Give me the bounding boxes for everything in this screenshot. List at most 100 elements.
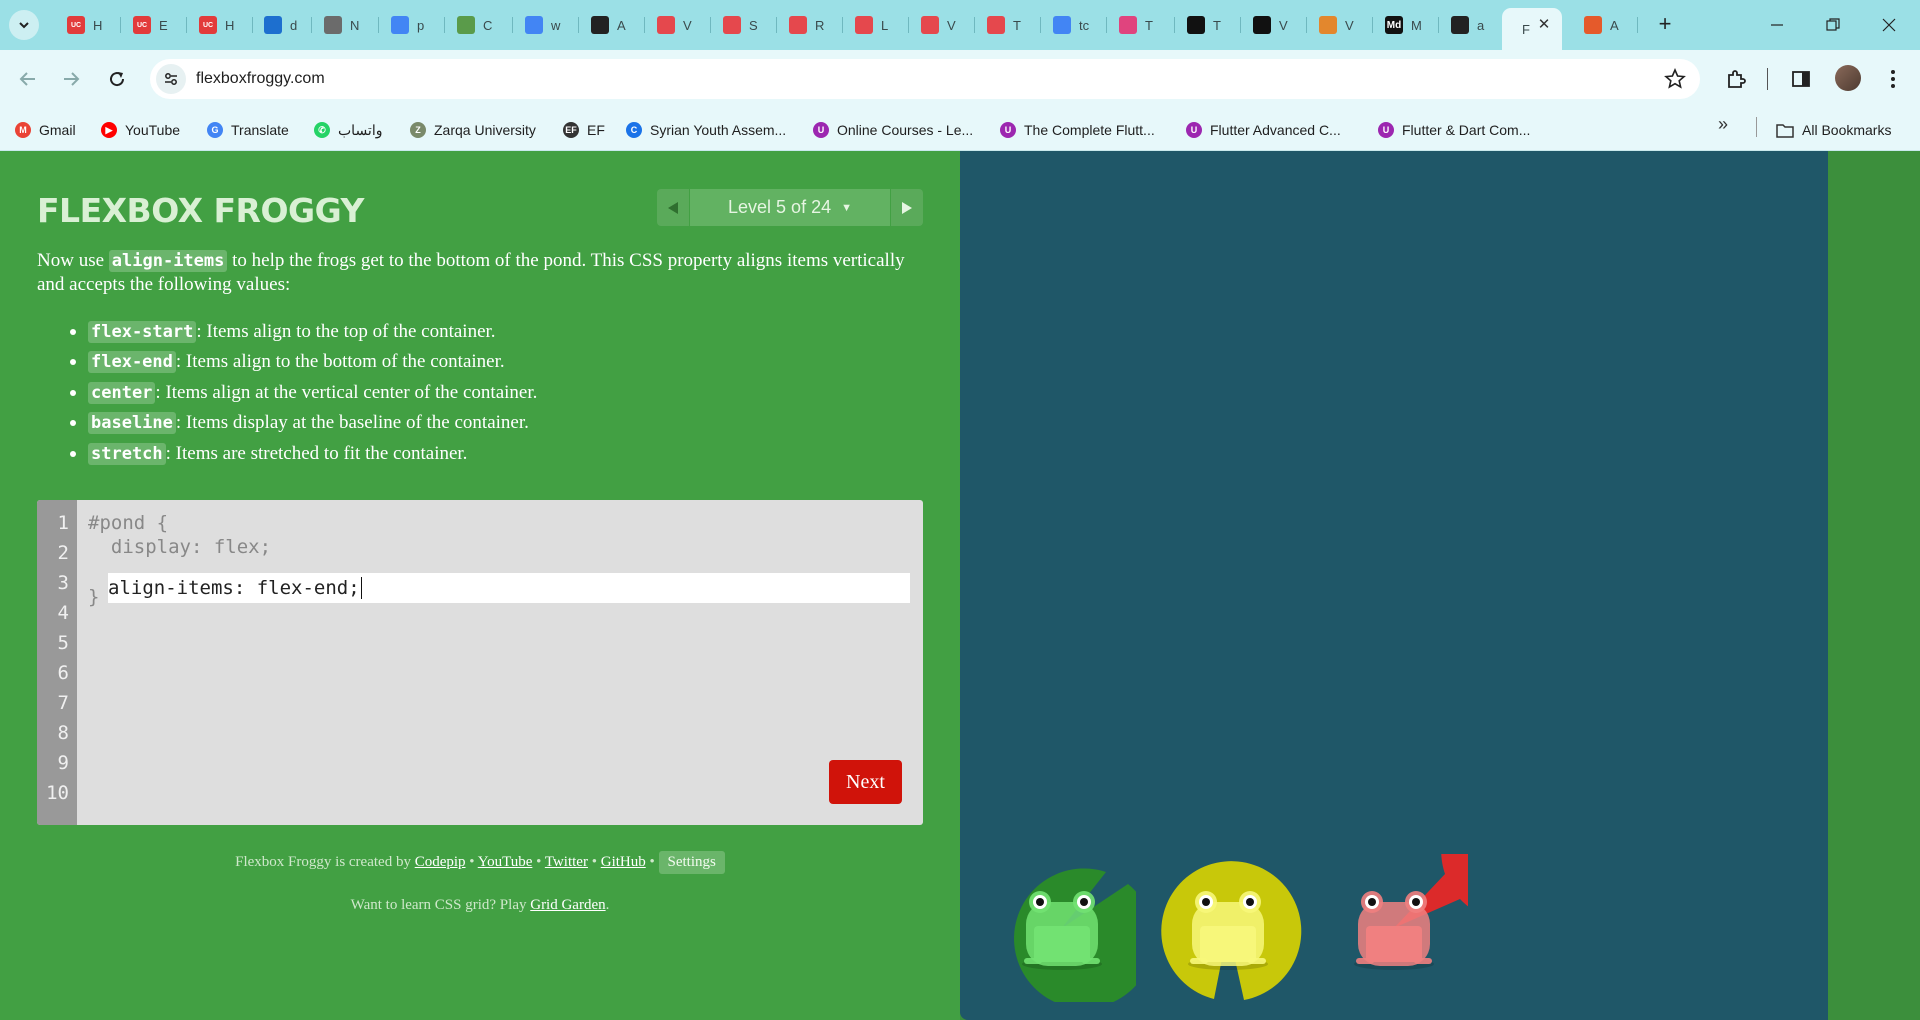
bookmark-item[interactable]: Z Zarqa University <box>410 119 536 141</box>
bookmark-label: Translate <box>231 122 289 138</box>
value-keyword: baseline <box>88 412 176 435</box>
browser-tab[interactable]: p <box>379 8 445 42</box>
browser-tab[interactable]: a <box>1439 8 1506 42</box>
tab-search-button[interactable] <box>9 10 39 40</box>
twitter-link[interactable]: Twitter <box>545 854 588 870</box>
github-icon <box>1451 16 1469 34</box>
bookmark-item[interactable]: ▶ YouTube <box>101 119 180 141</box>
site-settings-icon[interactable] <box>156 64 186 94</box>
keyword-align-items: align-items <box>108 250 228 272</box>
browser-tab[interactable]: T <box>975 8 1041 42</box>
tab-title: N <box>350 17 360 33</box>
browser-tab[interactable]: T <box>1107 8 1175 42</box>
extensions-button[interactable] <box>1723 66 1749 92</box>
github-link[interactable]: GitHub <box>601 854 646 870</box>
browser-tab[interactable]: d <box>252 8 312 42</box>
browser-tab[interactable]: w <box>513 8 579 42</box>
close-window-button[interactable] <box>1866 10 1912 40</box>
google-icon <box>391 16 409 34</box>
bookmark-star-icon[interactable] <box>1664 68 1686 90</box>
credits-separator: • <box>532 854 545 870</box>
value-description: : Items align to the top of the containe… <box>196 321 496 342</box>
minimize-button[interactable] <box>1754 10 1800 40</box>
bookmark-item[interactable]: M Gmail <box>15 119 76 141</box>
browser-tab[interactable]: N <box>312 8 379 42</box>
browser-tab[interactable]: V <box>909 8 975 42</box>
browser-tab[interactable]: UC H <box>187 8 253 42</box>
browser-tab[interactable]: UC E <box>121 8 187 42</box>
value-item: baseline: Items display at the baseline … <box>70 408 920 438</box>
browser-tab[interactable]: tc <box>1041 8 1107 42</box>
bookmark-item[interactable]: C Syrian Youth Assem... <box>626 119 786 141</box>
restore-button[interactable] <box>1810 10 1856 40</box>
all-bookmarks-button[interactable]: All Bookmarks <box>1776 119 1891 141</box>
back-button[interactable] <box>13 64 43 94</box>
browser-tab[interactable]: UC H <box>55 8 121 42</box>
bookmark-item[interactable]: EF EF <box>563 119 605 141</box>
tab-title: V <box>1279 17 1288 33</box>
url-text[interactable]: flexboxfroggy.com <box>196 70 325 88</box>
forward-button[interactable] <box>56 64 86 94</box>
folder-icon <box>1776 124 1794 138</box>
credits-line: Flexbox Froggy is created by Codepip • Y… <box>0 851 960 874</box>
browser-tab[interactable]: V <box>1241 8 1307 42</box>
bookmark-item[interactable]: ✆ واتساب <box>314 119 382 141</box>
chrome-menu-button[interactable] <box>1880 66 1906 92</box>
browser-tab[interactable]: V <box>645 8 711 42</box>
browser-tab[interactable]: Md M <box>1373 8 1439 42</box>
tab-title: H <box>93 17 103 33</box>
bookmark-favicon-icon: U <box>1378 122 1394 138</box>
browser-tab[interactable]: V <box>1307 8 1373 42</box>
browser-toolbar: flexboxfroggy.com <box>0 50 1920 108</box>
browser-tab[interactable]: A <box>579 8 645 42</box>
bookmark-item[interactable]: U Online Courses - Le... <box>813 119 973 141</box>
bookmark-label: Gmail <box>39 122 76 138</box>
next-level-button[interactable] <box>891 189 923 226</box>
browser-tab[interactable]: R <box>777 8 843 42</box>
browser-tab[interactable]: C <box>445 8 513 42</box>
browser-tab[interactable]: A <box>1572 8 1638 42</box>
tab-title: L <box>881 17 889 33</box>
grid-garden-link[interactable]: Grid Garden <box>530 897 605 913</box>
browser-tab[interactable]: T <box>1175 8 1241 42</box>
browser-tab[interactable]: S <box>711 8 777 42</box>
bookmark-item[interactable]: G Translate <box>207 119 289 141</box>
previous-level-button[interactable] <box>657 189 689 226</box>
address-bar[interactable]: flexboxfroggy.com <box>150 59 1700 99</box>
line-number-gutter: 1 2 3 4 5 6 7 8 9 10 <box>37 500 77 825</box>
bookmark-favicon-icon: U <box>1000 122 1016 138</box>
level-dropdown[interactable]: Level 5 of 24 ▼ <box>690 189 890 226</box>
md-icon: Md <box>1385 16 1403 34</box>
youtube-link[interactable]: YouTube <box>478 854 533 870</box>
credits-prefix: Flexbox Froggy is created by <box>235 854 415 870</box>
new-tab-button[interactable]: + <box>1651 11 1679 39</box>
android-icon <box>457 16 475 34</box>
bookmark-label: Flutter Advanced C... <box>1210 122 1341 138</box>
codepip-link[interactable]: Codepip <box>415 854 466 870</box>
bookmark-favicon-icon: ▶ <box>101 122 117 138</box>
close-tab-icon[interactable]: ✕ <box>1536 17 1552 33</box>
side-panel-button[interactable] <box>1788 66 1814 92</box>
triangle-right-icon <box>902 201 912 214</box>
clickup-icon <box>1119 16 1137 34</box>
next-button[interactable]: Next <box>829 760 902 804</box>
settings-button[interactable]: Settings <box>658 851 725 874</box>
uc-icon: UC <box>67 16 85 34</box>
bookmark-item[interactable]: U The Complete Flutt... <box>1000 119 1155 141</box>
more-bookmarks-chevron-icon[interactable]: » <box>1718 114 1728 135</box>
css-code-input[interactable]: align-items: flex-end; <box>108 573 910 603</box>
bookmark-favicon-icon: U <box>1186 122 1202 138</box>
bookmark-favicon-icon: U <box>813 122 829 138</box>
bookmark-item[interactable]: U Flutter Advanced C... <box>1186 119 1341 141</box>
bookmark-item[interactable]: U Flutter & Dart Com... <box>1378 119 1530 141</box>
browser-tab[interactable]: F ✕ <box>1502 8 1562 50</box>
profile-avatar[interactable] <box>1835 65 1861 91</box>
all-bookmarks-label: All Bookmarks <box>1802 122 1892 138</box>
u-icon <box>1187 16 1205 34</box>
tab-title: V <box>947 17 956 33</box>
credits-separator: • <box>465 854 478 870</box>
browser-tab[interactable]: L <box>843 8 909 42</box>
figma-icon <box>657 16 675 34</box>
reload-button[interactable] <box>102 64 132 94</box>
tab-title: T <box>1145 17 1153 33</box>
